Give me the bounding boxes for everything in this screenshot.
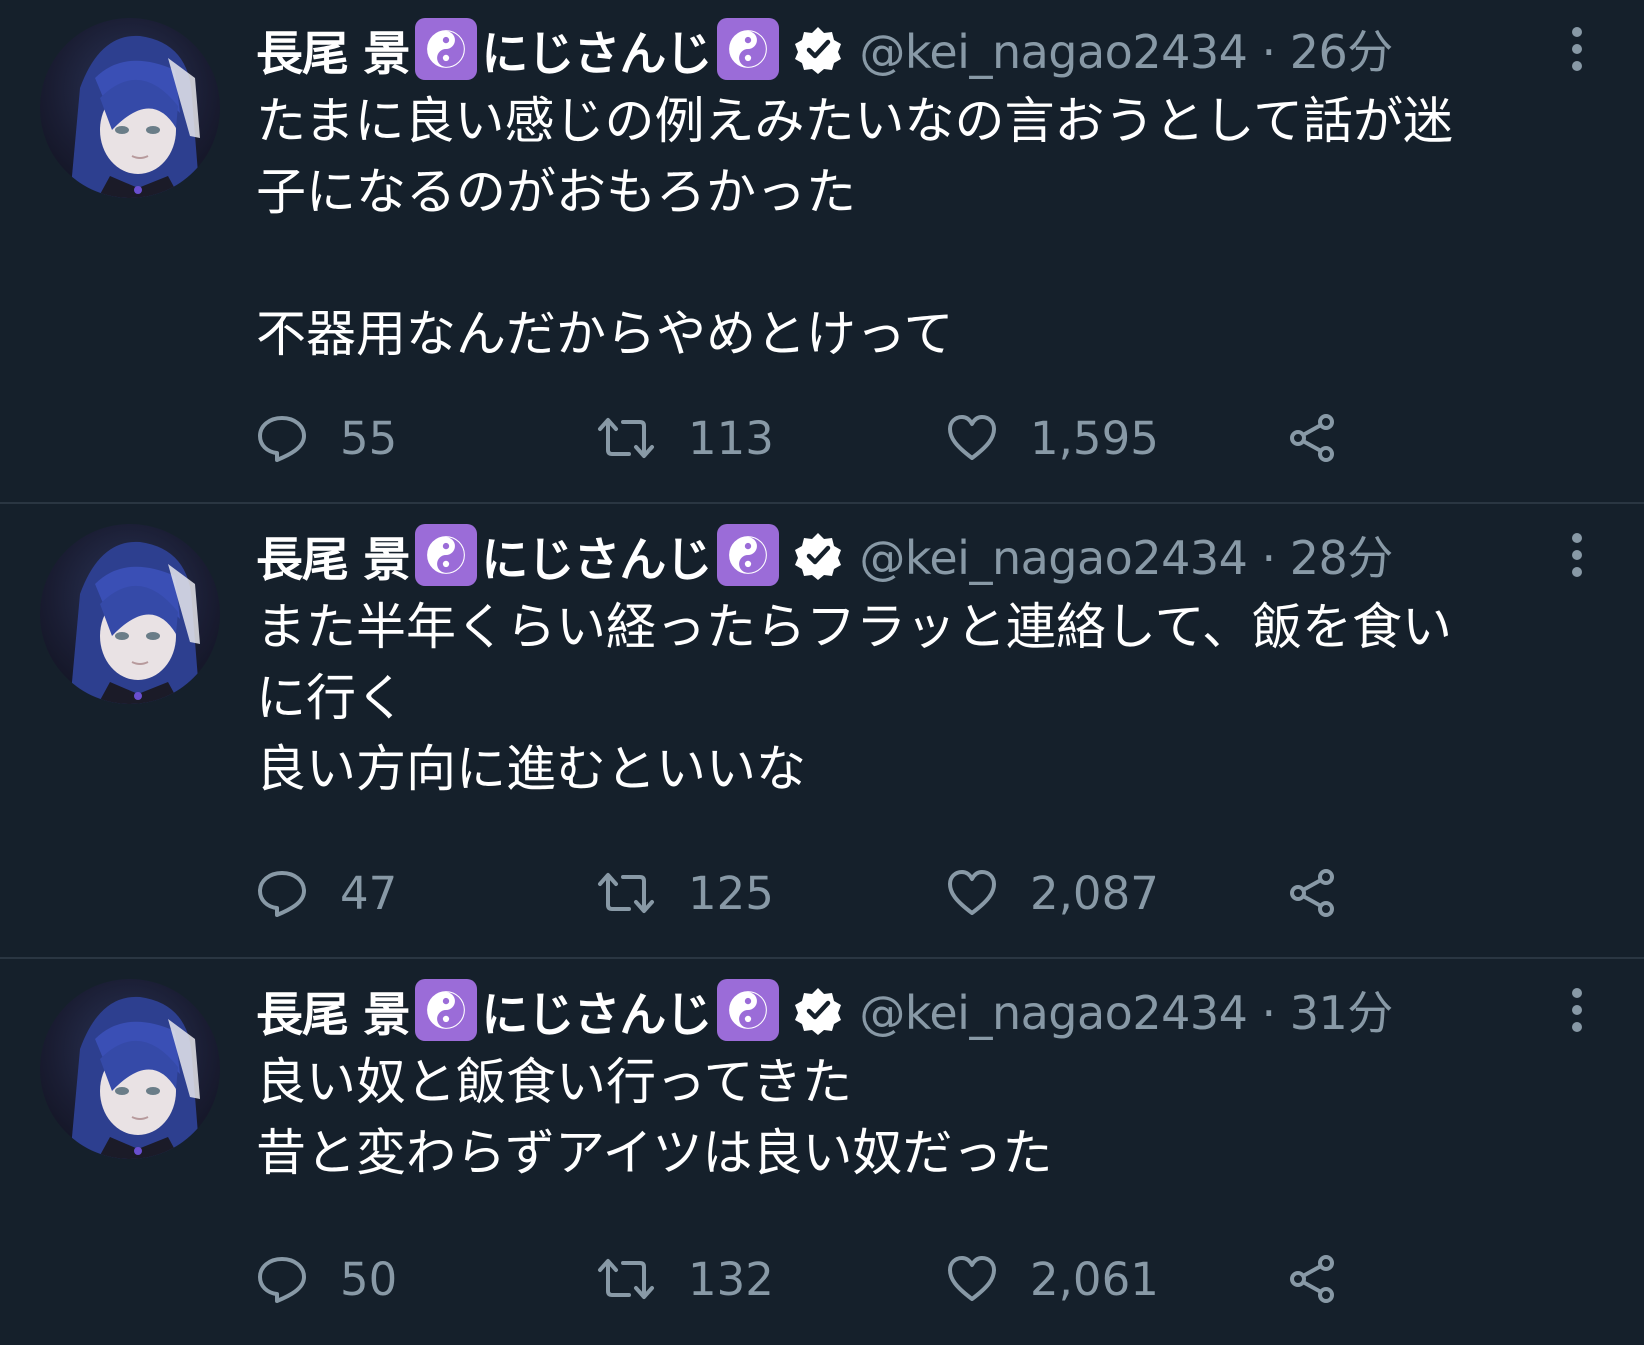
timeline: 長尾 景 にじさんじ @kei_nagao2434 · 26分 たまに良い感じの… [0, 0, 1644, 1345]
tweet-actions: 55 113 1,595 [256, 408, 1396, 468]
tweet-text-line: に行く [256, 669, 406, 727]
retweet-count: 113 [688, 411, 774, 465]
like-count: 2,061 [1030, 1252, 1159, 1306]
display-name-text: にじさんじ [481, 532, 712, 588]
tweet-text: 良い奴と飯食い行ってきた 昔と変わらずアイツは良い奴だった [256, 1047, 1596, 1189]
retweet-button[interactable]: 125 [596, 863, 774, 923]
verified-badge-icon [793, 24, 843, 74]
tweet-text: また半年くらい経ったらフラッと連絡して、飯を食い に行く 良い方向に進むといいな [256, 592, 1596, 805]
avatar-illustration [70, 996, 200, 1159]
more-options-icon[interactable] [1566, 24, 1588, 74]
tweet-text: たまに良い感じの例えみたいなの言おうとして話が迷 子になるのがおもろかった 不器… [256, 86, 1596, 370]
like-button[interactable]: 2,061 [946, 1249, 1159, 1309]
more-options-icon[interactable] [1566, 985, 1588, 1035]
display-name-text: 長尾 景 [256, 26, 410, 82]
reply-icon [258, 871, 306, 917]
avatar[interactable] [40, 979, 220, 1159]
reply-button[interactable]: 50 [256, 1249, 397, 1309]
handle-and-timestamp[interactable]: @kei_nagao2434 · 28分 [859, 522, 1393, 588]
display-name[interactable]: 長尾 景 にじさんじ [256, 976, 843, 1045]
retweet-count: 132 [688, 1252, 774, 1306]
retweet-count: 125 [688, 866, 774, 920]
retweet-button[interactable]: 113 [596, 408, 774, 468]
verified-badge-icon [793, 985, 843, 1035]
more-options-icon[interactable] [1566, 530, 1588, 580]
avatar[interactable] [40, 18, 220, 198]
tweet[interactable]: 長尾 景 にじさんじ @kei_nagao2434 · 26分 たまに良い感じの… [0, 0, 1644, 504]
share-button[interactable] [1286, 1249, 1338, 1309]
share-icon [1290, 1255, 1334, 1303]
like-count: 2,087 [1030, 866, 1159, 920]
verified-badge-icon [793, 530, 843, 580]
tweet-text-line: 子になるのがおもろかった [256, 163, 856, 221]
tweet[interactable]: 長尾 景 にじさんじ @kei_nagao2434 · 28分 また半年くらい経… [0, 506, 1644, 959]
tweet-actions: 50 132 2,061 [256, 1249, 1396, 1309]
display-name-text: 長尾 景 [256, 987, 410, 1043]
yin-yang-icon [717, 979, 780, 1041]
tweet-text-line: 不器用なんだからやめとけって [256, 305, 954, 363]
yin-yang-icon [415, 979, 478, 1041]
avatar-illustration [70, 541, 200, 704]
yin-yang-icon [415, 524, 478, 586]
avatar[interactable] [40, 524, 220, 704]
display-name[interactable]: 長尾 景 にじさんじ [256, 521, 843, 590]
retweet-button[interactable]: 132 [596, 1249, 774, 1309]
tweet-header: 長尾 景 にじさんじ @kei_nagao2434 · 28分 [256, 520, 1393, 590]
share-icon [1290, 869, 1334, 917]
heart-icon [948, 415, 996, 460]
tweet-header: 長尾 景 にじさんじ @kei_nagao2434 · 31分 [256, 975, 1393, 1045]
share-button[interactable] [1286, 863, 1338, 923]
like-button[interactable]: 1,595 [946, 408, 1159, 468]
handle-and-timestamp[interactable]: @kei_nagao2434 · 31分 [859, 977, 1393, 1043]
yin-yang-icon [415, 18, 478, 80]
retweet-icon [598, 873, 654, 913]
share-icon [1290, 414, 1334, 462]
retweet-icon [598, 418, 654, 458]
tweet-text-line: 良い方向に進むといいな [256, 740, 806, 798]
reply-count: 47 [340, 866, 398, 920]
display-name-text: にじさんじ [481, 26, 712, 82]
reply-button[interactable]: 47 [256, 863, 397, 923]
tweet[interactable]: 長尾 景 にじさんじ @kei_nagao2434 · 31分 良い奴と飯食い行… [0, 961, 1644, 1345]
display-name-text: にじさんじ [481, 987, 712, 1043]
tweet-text-line: 昔と変わらずアイツは良い奴だった [256, 1124, 1053, 1182]
handle-and-timestamp[interactable]: @kei_nagao2434 · 26分 [859, 16, 1393, 82]
tweet-text-line: 良い奴と飯食い行ってきた [256, 1053, 852, 1111]
like-button[interactable]: 2,087 [946, 863, 1159, 923]
heart-icon [948, 870, 996, 915]
tweet-header: 長尾 景 にじさんじ @kei_nagao2434 · 26分 [256, 14, 1393, 84]
tweet-text-line [256, 228, 1596, 299]
share-button[interactable] [1286, 408, 1338, 468]
like-count: 1,595 [1030, 411, 1159, 465]
tweet-actions: 47 125 2,087 [256, 863, 1396, 923]
yin-yang-icon [717, 18, 780, 80]
reply-count: 50 [340, 1252, 398, 1306]
tweet-text-line: たまに良い感じの例えみたいなの言おうとして話が迷 [256, 92, 1453, 150]
reply-count: 55 [340, 411, 398, 465]
display-name-text: 長尾 景 [256, 532, 410, 588]
reply-icon [258, 416, 306, 462]
heart-icon [948, 1256, 996, 1301]
avatar-illustration [70, 35, 200, 198]
yin-yang-icon [717, 524, 780, 586]
display-name[interactable]: 長尾 景 にじさんじ [256, 15, 843, 84]
tweet-text-line: また半年くらい経ったらフラッと連絡して、飯を食い [256, 598, 1452, 656]
retweet-icon [598, 1259, 654, 1299]
reply-button[interactable]: 55 [256, 408, 397, 468]
reply-icon [258, 1257, 306, 1303]
